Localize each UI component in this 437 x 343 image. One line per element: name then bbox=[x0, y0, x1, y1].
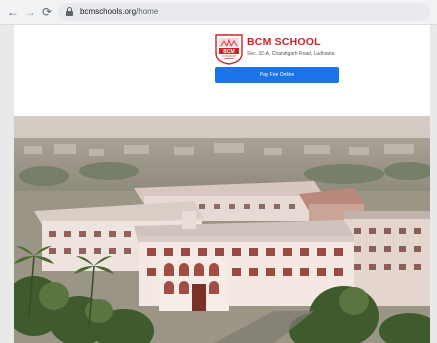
pay-fee-online-button[interactable]: Pay Fee Online bbox=[215, 67, 339, 83]
campus-aerial-photo bbox=[14, 116, 430, 343]
browser-window: ← → ⟳ bcmschools.org/home BCM BCM SCHOOL… bbox=[0, 0, 437, 343]
site-header: BCM BCM SCHOOL Sec. 32-A, Chandigarh Roa… bbox=[14, 25, 430, 116]
url-host: bcmschools.org bbox=[80, 7, 137, 16]
logo-text: BCM bbox=[223, 49, 234, 55]
browser-toolbar: ← → ⟳ bcmschools.org/home bbox=[0, 0, 437, 25]
url-text[interactable]: bcmschools.org/home bbox=[80, 6, 158, 18]
address-bar[interactable]: bcmschools.org/home bbox=[58, 3, 430, 21]
web-page: BCM BCM SCHOOL Sec. 32-A, Chandigarh Roa… bbox=[14, 25, 430, 343]
school-address: Sec. 32-A, Chandigarh Road, Ludhiana bbox=[247, 51, 335, 57]
school-name: BCM SCHOOL bbox=[247, 36, 321, 48]
school-logo[interactable]: BCM bbox=[214, 33, 244, 65]
reload-icon[interactable]: ⟳ bbox=[39, 4, 55, 20]
url-path: /home bbox=[136, 7, 159, 16]
lock-icon[interactable] bbox=[66, 7, 73, 16]
back-icon[interactable]: ← bbox=[5, 4, 21, 20]
forward-icon[interactable]: → bbox=[22, 4, 38, 20]
